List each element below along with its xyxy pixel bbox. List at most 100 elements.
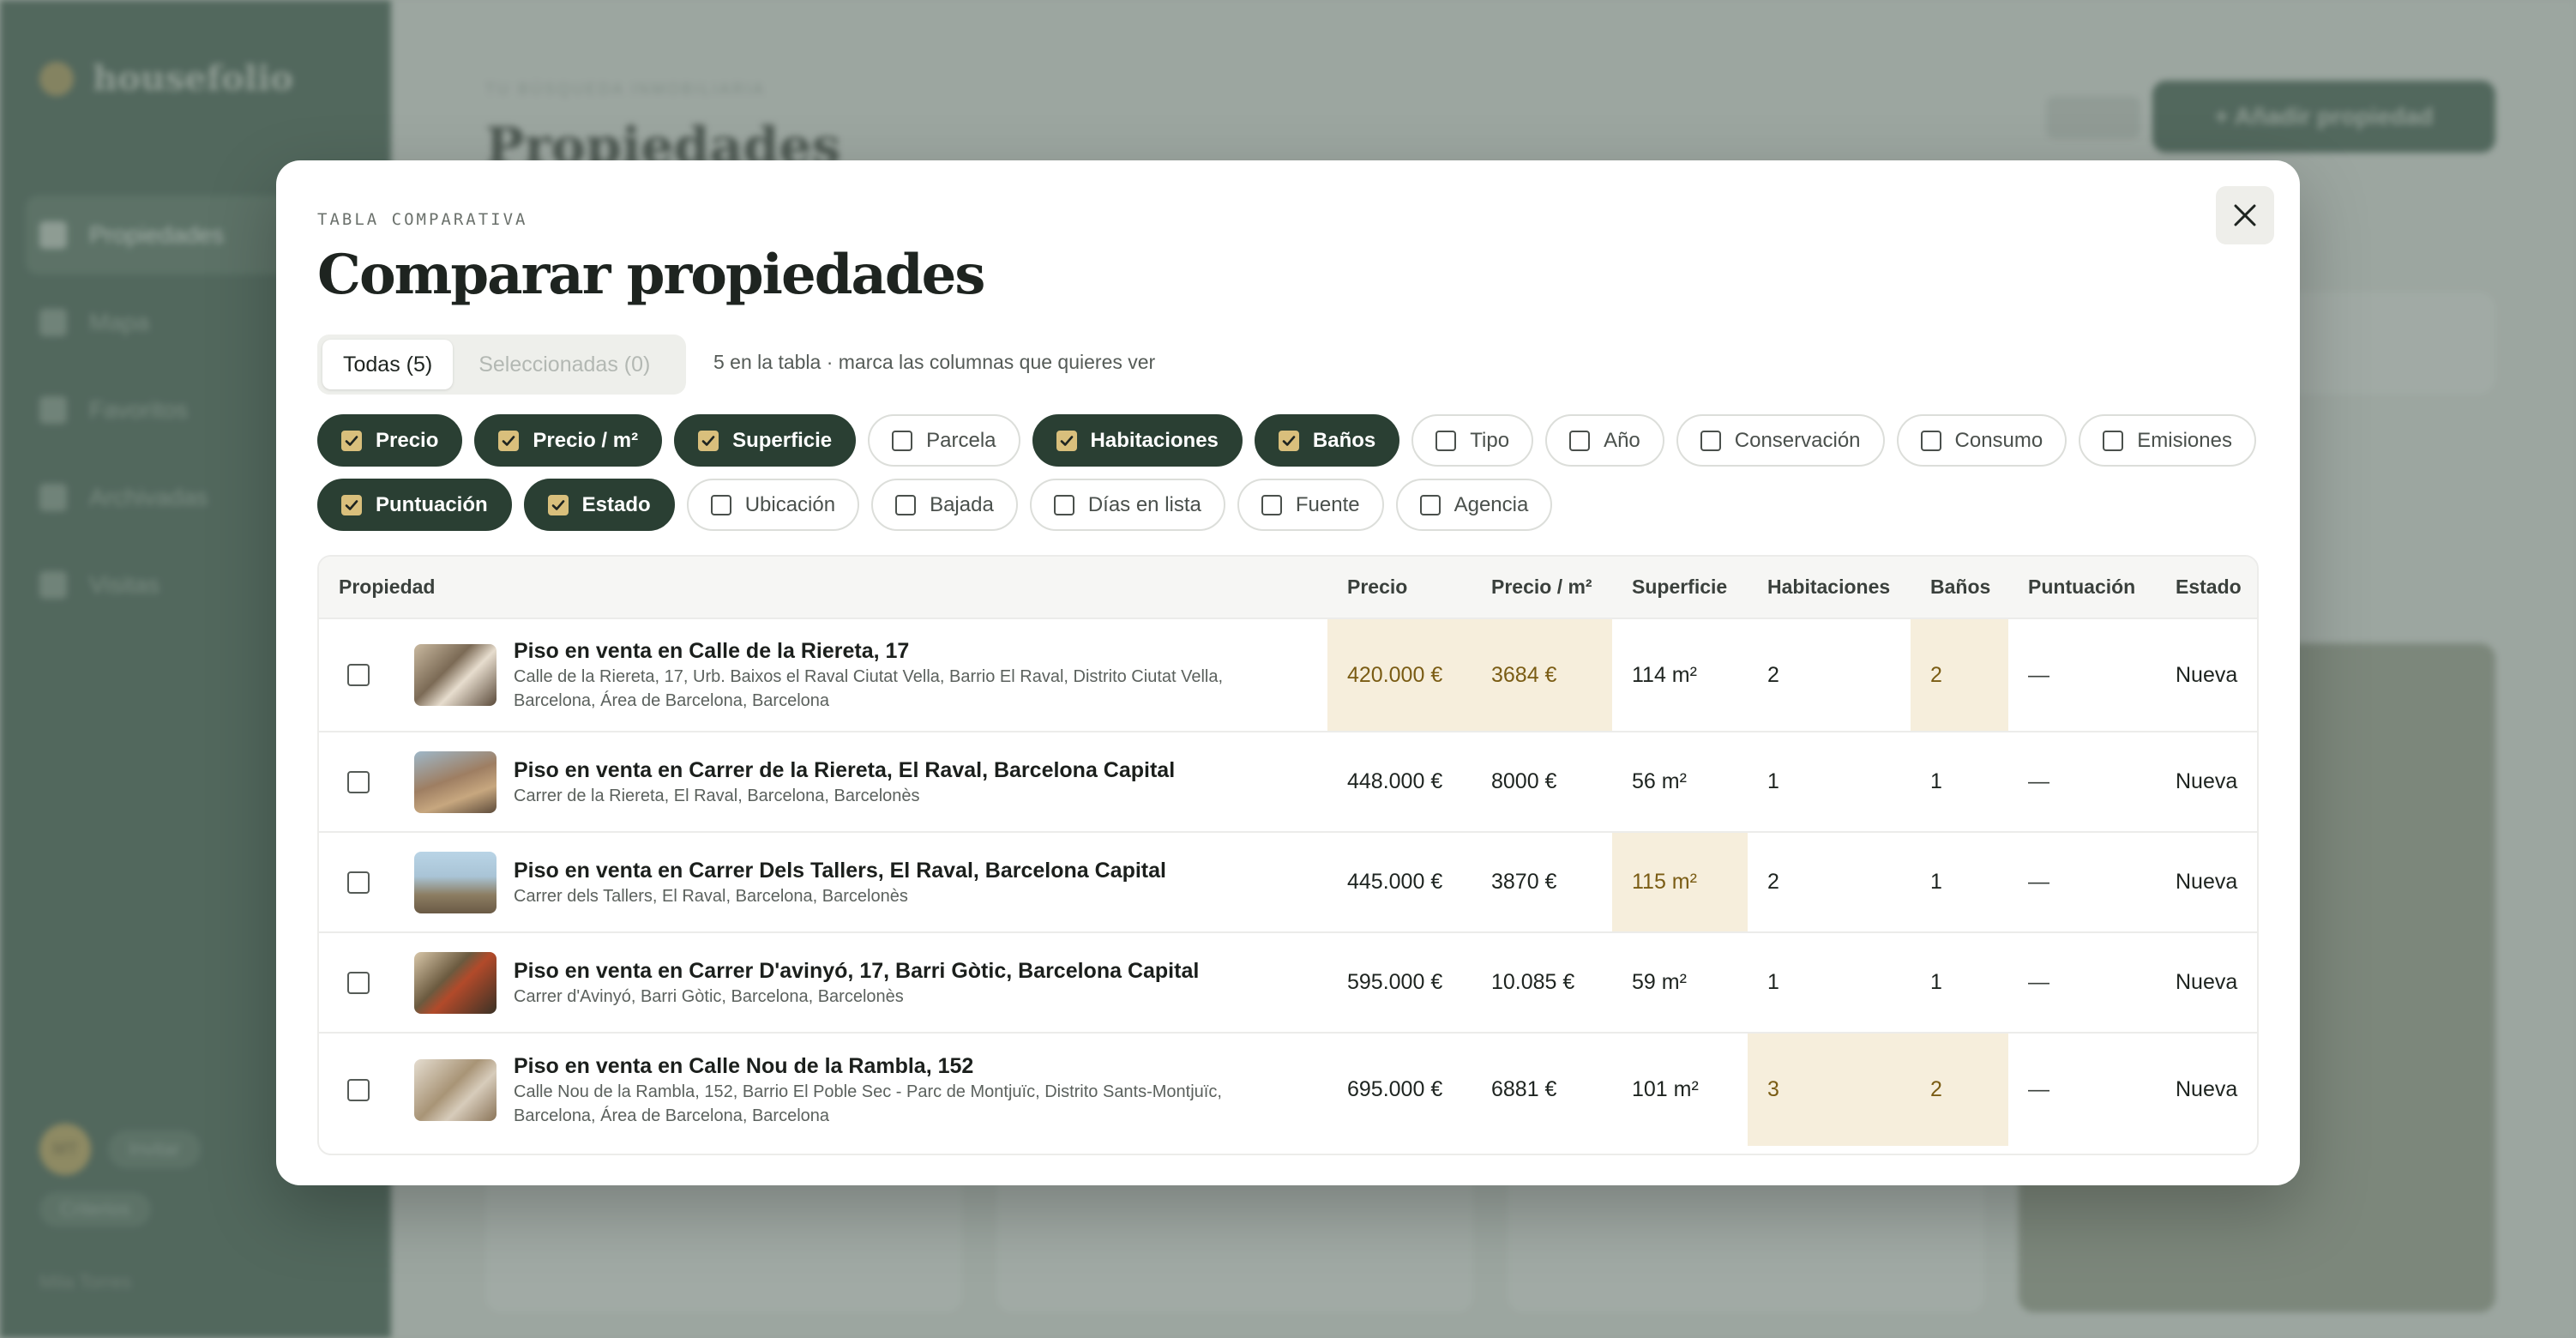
property-address: Carrer dels Tallers, El Raval, Barcelona… <box>514 886 908 906</box>
modal-title: Comparar propiedades <box>317 243 985 307</box>
property-name: Piso en venta en Carrer Dels Tallers, El… <box>514 858 1166 883</box>
checkbox-icon <box>1435 430 1457 451</box>
cell-puntuacion: — <box>2008 932 2156 1034</box>
chip-label: Superficie <box>732 428 833 452</box>
chip-row: Precio Precio / m² Superficie Parcela Habita… <box>317 414 2256 467</box>
header-puntuacion[interactable]: Puntuación <box>2008 557 2156 619</box>
checkbox-checked-icon <box>1278 430 1299 451</box>
row-checkbox[interactable] <box>347 1078 370 1101</box>
chip-emisiones[interactable]: Emisiones <box>2079 414 2256 467</box>
property-name: Piso en venta en Calle Nou de la Rambla,… <box>514 1053 974 1078</box>
chip-banos[interactable]: Baños <box>1254 414 1400 467</box>
chip-ano[interactable]: Año <box>1545 414 1664 467</box>
checkbox-checked-icon <box>698 430 719 451</box>
row-checkbox[interactable] <box>347 971 370 994</box>
compare-table: Propiedad Precio Precio / m² Superficie … <box>317 555 2259 1155</box>
cell-superficie: 56 m² <box>1612 732 1748 833</box>
chip-bajada[interactable]: Bajada <box>871 479 1018 531</box>
header-propiedad[interactable]: Propiedad <box>319 557 1327 619</box>
header-precio-m2[interactable]: Precio / m² <box>1472 557 1612 619</box>
cell-habitaciones: 2 <box>1748 618 1911 732</box>
cell-precio-m2: 8000 € <box>1472 732 1612 833</box>
table-header-row: Propiedad Precio Precio / m² Superficie … <box>319 557 2257 619</box>
checkbox-icon <box>1261 494 1282 515</box>
chip-label: Bajada <box>930 492 994 516</box>
compare-modal: TABLA COMPARATIVA Comparar propiedades T… <box>276 160 2300 1185</box>
property-address: Carrer de la Riereta, El Raval, Barcelon… <box>514 786 920 805</box>
cell-banos: 2 <box>1911 618 2008 732</box>
row-checkbox[interactable] <box>347 664 370 686</box>
tab-seleccionadas[interactable]: Seleccionadas (0) <box>458 340 671 389</box>
chip-precio[interactable]: Precio <box>317 414 463 467</box>
tab-group: Todas (5) Seleccionadas (0) <box>317 334 686 395</box>
checkbox-icon <box>2103 430 2124 451</box>
chip-label: Parcela <box>926 428 996 452</box>
header-banos[interactable]: Baños <box>1911 557 2008 619</box>
chip-superficie[interactable]: Superficie <box>674 414 857 467</box>
checkbox-checked-icon <box>498 430 520 451</box>
cell-precio: 595.000 € <box>1327 932 1472 1034</box>
modal-kicker: TABLA COMPARATIVA <box>317 210 528 229</box>
column-chips: Precio Precio / m² Superficie Parcela Habita… <box>317 414 2256 543</box>
chip-label: Año <box>1604 428 1640 452</box>
chip-label: Tipo <box>1470 428 1510 452</box>
chip-agencia[interactable]: Agencia <box>1395 479 1553 531</box>
chip-fuente[interactable]: Fuente <box>1237 479 1384 531</box>
cell-estado: Nueva <box>2156 832 2257 933</box>
header-precio[interactable]: Precio <box>1327 557 1472 619</box>
header-estado[interactable]: Estado <box>2156 557 2257 619</box>
chip-parcela[interactable]: Parcela <box>868 414 1020 467</box>
header-habitaciones[interactable]: Habitaciones <box>1748 557 1911 619</box>
chip-label: Precio / m² <box>533 428 639 452</box>
cell-puntuacion: — <box>2008 618 2156 732</box>
chip-estado[interactable]: Estado <box>523 479 675 531</box>
table-row[interactable]: Piso en venta en Calle de la Riereta, 17… <box>319 618 2257 732</box>
close-button[interactable] <box>2216 186 2274 244</box>
table-row[interactable]: Piso en venta en Calle Nou de la Rambla,… <box>319 1033 2257 1146</box>
cell-estado: Nueva <box>2156 732 2257 833</box>
tab-todas[interactable]: Todas (5) <box>322 340 454 389</box>
checkbox-icon <box>892 430 913 451</box>
checkbox-icon <box>895 494 917 515</box>
chip-consumo[interactable]: Consumo <box>1896 414 2067 467</box>
row-checkbox[interactable] <box>347 871 370 894</box>
property-address: Calle Nou de la Rambla, 152, Barrio El P… <box>514 1082 1222 1125</box>
chip-ubicacion[interactable]: Ubicación <box>686 479 860 531</box>
cell-banos: 2 <box>1911 1033 2008 1146</box>
chip-label: Agencia <box>1454 492 1529 516</box>
chip-precio-m[interactable]: Precio / m² <box>474 414 663 467</box>
header-superficie[interactable]: Superficie <box>1612 557 1748 619</box>
checkbox-icon <box>710 494 731 515</box>
cell-habitaciones: 3 <box>1748 1033 1911 1146</box>
cell-estado: Nueva <box>2156 618 2257 732</box>
chip-conservacion[interactable]: Conservación <box>1676 414 1885 467</box>
cell-precio: 445.000 € <box>1327 832 1472 933</box>
chip-dias-en-lista[interactable]: Días en lista <box>1029 479 1225 531</box>
row-checkbox[interactable] <box>347 770 370 793</box>
chip-label: Ubicación <box>744 492 836 516</box>
cell-puntuacion: — <box>2008 832 2156 933</box>
cell-superficie: 114 m² <box>1612 618 1748 732</box>
cell-puntuacion: — <box>2028 1077 2049 1101</box>
checkbox-icon <box>1419 494 1441 515</box>
chip-puntuacion[interactable]: Puntuación <box>317 479 512 531</box>
chip-label: Emisiones <box>2137 428 2232 452</box>
cell-habitaciones: 1 <box>1748 932 1911 1034</box>
cell-estado: Nueva <box>2156 932 2257 1034</box>
property-thumbnail <box>414 1058 497 1121</box>
cell-precio-m2: 10.085 € <box>1472 932 1612 1034</box>
cell-banos: 1 <box>1911 832 2008 933</box>
cell-banos: 1 <box>1911 732 2008 833</box>
checkbox-icon <box>1053 494 1074 515</box>
checkbox-checked-icon <box>341 430 362 451</box>
table-row[interactable]: Piso en venta en Carrer D'avinyó, 17, Ba… <box>319 932 2257 1034</box>
checkbox-checked-icon <box>341 494 362 515</box>
table-row[interactable]: Piso en venta en Carrer de la Riereta, E… <box>319 732 2257 833</box>
property-thumbnail <box>414 644 497 706</box>
property-name: Piso en venta en Calle de la Riereta, 17 <box>514 639 910 663</box>
table-row[interactable]: Piso en venta en Carrer Dels Tallers, El… <box>319 832 2257 933</box>
cell-estado: Nueva <box>2176 1077 2238 1101</box>
chip-habitaciones[interactable]: Habitaciones <box>1032 414 1243 467</box>
cell-precio-m2: 6881 € <box>1491 1077 1557 1101</box>
chip-tipo[interactable]: Tipo <box>1411 414 1534 467</box>
